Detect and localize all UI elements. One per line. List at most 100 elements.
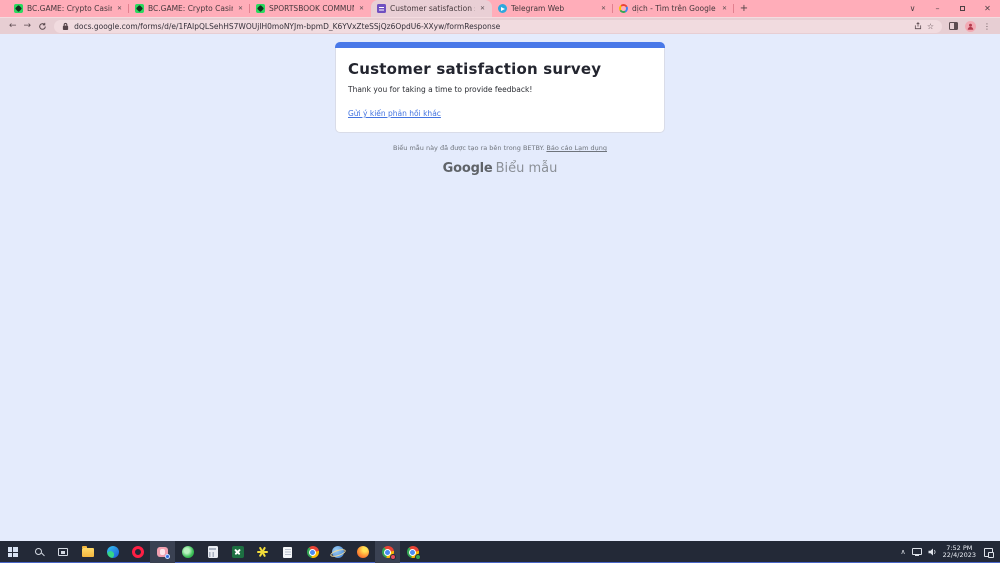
edge-icon: [107, 546, 119, 558]
google-forms-favicon: [377, 4, 386, 13]
telegram-favicon: [498, 4, 507, 13]
bcgame-favicon: [256, 4, 265, 13]
globe-app-button[interactable]: [325, 541, 350, 563]
google-logo-text: Google: [443, 161, 493, 176]
forward-button[interactable]: →: [24, 22, 32, 31]
network-icon[interactable]: [912, 548, 922, 555]
taskbar-clock[interactable]: 7:52 PM 22/4/2023: [943, 545, 976, 560]
tab-sportsbook-survey[interactable]: SPORTSBOOK COMMUNITY SUR ✕: [250, 0, 371, 17]
tab-search-chevron-icon[interactable]: ∨: [900, 4, 925, 13]
search-icon: [35, 548, 42, 555]
side-panel-button[interactable]: [949, 22, 958, 30]
reload-button[interactable]: [38, 22, 47, 31]
opera-button[interactable]: [125, 541, 150, 563]
chrome-profile-red-button[interactable]: [375, 541, 400, 563]
windows-logo-icon: [8, 547, 18, 557]
share-icon: [914, 22, 922, 30]
pink-app-button[interactable]: [150, 541, 175, 563]
clock-date: 22/4/2023: [943, 552, 976, 560]
action-center-icon[interactable]: [984, 548, 993, 557]
tab-close-icon[interactable]: ✕: [479, 5, 486, 12]
chrome-profile-green-button[interactable]: [400, 541, 425, 563]
form-response-page: Customer satisfaction survey Thank you f…: [0, 34, 1000, 541]
bcgame-favicon: [135, 4, 144, 13]
confirmation-message: Thank you for taking a time to provide f…: [348, 85, 652, 94]
submit-another-response-link[interactable]: Gửi ý kiến phản hồi khác: [348, 109, 441, 118]
yellow-app-button[interactable]: [250, 541, 275, 563]
globe-icon: [332, 546, 344, 558]
tab-close-icon[interactable]: ✕: [237, 5, 244, 12]
new-tab-button[interactable]: +: [734, 0, 754, 17]
yellow-asterisk-icon: [257, 547, 268, 558]
side-panel-icon: [949, 22, 958, 30]
firefox-button[interactable]: [350, 541, 375, 563]
tab-google-search[interactable]: dịch - Tìm trên Google ✕: [613, 0, 734, 17]
task-view-icon: [58, 548, 68, 556]
excel-button[interactable]: [225, 541, 250, 563]
share-button[interactable]: [914, 22, 922, 30]
green-profile-badge: [415, 554, 421, 560]
person-icon: [967, 23, 974, 30]
windows-taskbar: ∧ 7:52 PM 22/4/2023: [0, 541, 1000, 563]
edge-button[interactable]: [100, 541, 125, 563]
red-profile-badge: [390, 554, 396, 560]
tab-strip: BC.GAME: Crypto Casino Games ✕ BC.GAME: …: [0, 0, 1000, 17]
tab-title: BC.GAME: Crypto Casino Games: [27, 4, 112, 13]
form-notice: Biểu mẫu này đã được tạo ra bên trong BE…: [335, 144, 665, 152]
chrome-icon: [307, 546, 319, 558]
form-title: Customer satisfaction survey: [348, 60, 652, 78]
tab-close-icon[interactable]: ✕: [116, 5, 123, 12]
address-bar[interactable]: docs.google.com/forms/d/e/1FAIpQLSehHS7W…: [54, 20, 942, 33]
back-button[interactable]: ←: [9, 22, 17, 31]
tab-title: Telegram Web: [511, 4, 596, 13]
tab-close-icon[interactable]: ✕: [358, 5, 365, 12]
tab-customer-satisfaction-survey[interactable]: Customer satisfaction survey ✕: [371, 0, 492, 17]
close-button[interactable]: ✕: [975, 4, 1000, 13]
opera-icon: [132, 546, 144, 558]
green-app-button[interactable]: [175, 541, 200, 563]
tab-close-icon[interactable]: ✕: [721, 5, 728, 12]
bcgame-favicon: [14, 4, 23, 13]
start-button[interactable]: [0, 541, 25, 563]
browser-menu-icon[interactable]: ⋮: [983, 22, 991, 31]
report-abuse-link[interactable]: Báo cáo Lạm dụng: [546, 144, 607, 152]
restore-button[interactable]: [950, 4, 975, 13]
tab-bcgame-2[interactable]: BC.GAME: Crypto Casino Games ✕: [129, 0, 250, 17]
google-favicon: [619, 4, 628, 13]
form-column: Customer satisfaction survey Thank you f…: [335, 34, 665, 176]
pink-app-icon: [157, 547, 168, 557]
tab-title: dịch - Tìm trên Google: [632, 4, 717, 13]
tab-telegram-web[interactable]: Telegram Web ✕: [492, 0, 613, 17]
form-confirmation-card: Customer satisfaction survey Thank you f…: [335, 48, 665, 133]
restore-icon: [960, 6, 965, 11]
green-app-icon: [182, 546, 194, 558]
volume-icon[interactable]: [928, 548, 937, 556]
file-explorer-button[interactable]: [75, 541, 100, 563]
task-view-button[interactable]: [50, 541, 75, 563]
system-tray: ∧ 7:52 PM 22/4/2023: [894, 541, 1000, 563]
notepad-icon: [283, 547, 292, 558]
tab-title: Customer satisfaction survey: [390, 4, 475, 13]
forms-logo-text: Biểu mẫu: [496, 161, 558, 176]
tab-title: BC.GAME: Crypto Casino Games: [148, 4, 233, 13]
notice-text: Biểu mẫu này đã được tạo ra bên trong BE…: [393, 144, 546, 152]
notepad-button[interactable]: [275, 541, 300, 563]
taskbar-search-button[interactable]: [25, 541, 50, 563]
tab-title: SPORTSBOOK COMMUNITY SUR: [269, 4, 354, 13]
profile-avatar[interactable]: [965, 21, 976, 32]
bookmark-star-icon[interactable]: ☆: [927, 22, 934, 31]
reload-icon: [38, 22, 47, 31]
minimize-button[interactable]: –: [925, 4, 950, 13]
folder-icon: [82, 548, 94, 557]
url-text[interactable]: docs.google.com/forms/d/e/1FAIpQLSehHS7W…: [74, 22, 909, 31]
chrome-button[interactable]: [300, 541, 325, 563]
excel-icon: [232, 546, 244, 558]
tab-close-icon[interactable]: ✕: [600, 5, 607, 12]
tab-bcgame-1[interactable]: BC.GAME: Crypto Casino Games ✕: [8, 0, 129, 17]
tray-expand-icon[interactable]: ∧: [901, 548, 906, 556]
firefox-icon: [357, 546, 369, 558]
window-controls: ∨ – ✕: [900, 0, 1000, 17]
calculator-button[interactable]: [200, 541, 225, 563]
google-forms-logo: GoogleBiểu mẫu: [335, 161, 665, 176]
calculator-icon: [208, 546, 218, 558]
